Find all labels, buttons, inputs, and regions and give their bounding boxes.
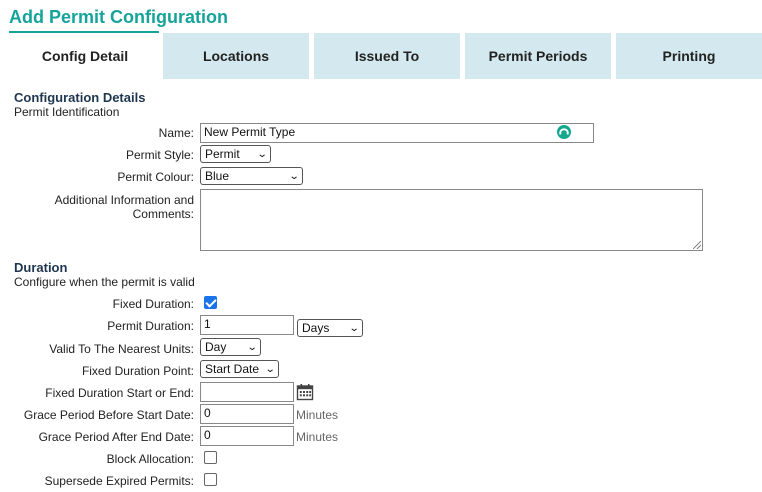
chevron-down-icon: ⌄ [264,363,276,375]
supersede-expired-label: Supersede Expired Permits: [44,474,194,488]
duration-section-subtitle: Configure when the permit is valid [14,275,195,289]
permit-colour-select[interactable]: Blue ⌄ [200,167,303,185]
nearest-units-label: Valid To The Nearest Units: [49,342,194,356]
permit-style-select[interactable]: Permit ⌄ [200,145,271,163]
permit-colour-label: Permit Colour: [117,170,194,184]
permit-duration-input[interactable]: 1 [200,315,294,335]
tab-issued-to[interactable]: Issued To [314,33,460,79]
comments-textarea[interactable] [200,189,703,251]
fixed-duration-point-label: Fixed Duration Point: [81,364,194,378]
permit-style-value: Permit [205,147,240,161]
add-permit-configuration-page: Add Permit Configuration Config Detail L… [0,0,762,492]
chevron-down-icon: ⌄ [256,148,268,160]
permit-duration-label: Permit Duration: [107,319,194,333]
tab-permit-periods[interactable]: Permit Periods [465,33,611,79]
grace-after-input[interactable]: 0 [200,426,294,446]
fixed-duration-label: Fixed Duration: [112,297,194,311]
duration-section-title: Duration [14,260,68,275]
fixed-duration-point-value: Start Date [205,362,260,376]
config-section-subtitle: Permit Identification [14,105,120,119]
grammarly-icon[interactable] [557,125,571,139]
nearest-units-select[interactable]: Day ⌄ [200,338,261,356]
grace-before-label: Grace Period Before Start Date: [23,408,194,422]
permit-style-label: Permit Style: [125,148,194,162]
tab-locations[interactable]: Locations [163,33,309,79]
chevron-down-icon: ⌄ [288,170,300,182]
grace-before-input[interactable]: 0 [200,404,294,424]
nearest-units-value: Day [205,340,227,354]
name-input[interactable]: New Permit Type [200,123,594,143]
config-section-title: Configuration Details [14,90,146,105]
block-allocation-label: Block Allocation: [106,452,194,466]
calendar-icon[interactable] [296,383,314,401]
permit-colour-value: Blue [205,169,230,183]
permit-duration-unit-value: Days [302,321,330,335]
fixed-start-end-label: Fixed Duration Start or End: [45,386,194,400]
block-allocation-checkbox[interactable] [204,451,217,464]
grace-after-label: Grace Period After End Date: [38,430,194,444]
permit-duration-unit-select[interactable]: Days ⌄ [297,319,363,337]
grace-after-unit: Minutes [296,430,339,444]
comments-label: Additional Information and Comments: [54,193,194,221]
fixed-duration-point-select[interactable]: Start Date ⌄ [200,360,279,378]
fixed-duration-checkbox[interactable] [204,296,217,309]
resize-handle-icon[interactable] [693,241,701,249]
name-label: Name: [158,126,194,140]
tab-bar: Config Detail Locations Issued To Permit… [12,33,762,79]
tab-config-detail[interactable]: Config Detail [12,33,158,79]
page-title: Add Permit Configuration [9,7,228,27]
grace-before-unit: Minutes [296,408,339,422]
fixed-start-end-input[interactable] [200,382,294,402]
chevron-down-icon: ⌄ [348,322,360,334]
chevron-down-icon: ⌄ [246,341,258,353]
supersede-expired-checkbox[interactable] [204,473,217,486]
tab-printing[interactable]: Printing [616,33,762,79]
